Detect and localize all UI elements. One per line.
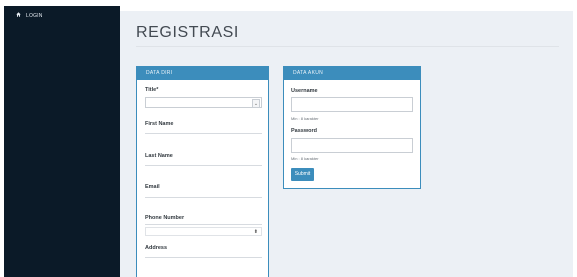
last-name-input[interactable] xyxy=(145,165,262,166)
password-label: Password xyxy=(291,128,317,134)
spinner-icon[interactable]: ⬍ xyxy=(254,228,258,236)
phone-label: Phone Number xyxy=(145,215,185,221)
sidebar: LOGIN xyxy=(4,6,120,277)
title-divider xyxy=(136,46,559,47)
email-label: Email xyxy=(145,184,160,190)
page-title: REGISTRASI xyxy=(136,24,239,41)
last-name-label: Last Name xyxy=(145,153,173,159)
address-label: Address xyxy=(145,245,168,251)
phone-input-top-line xyxy=(145,224,262,225)
username-label: Username xyxy=(291,88,318,94)
panel-data-diri: DATA DIRI Title* ⌄ First Name Last Name … xyxy=(136,66,269,277)
username-hint: Min : 8 karakter xyxy=(291,116,319,121)
password-hint: Min : 8 karakter xyxy=(291,156,319,161)
address-input[interactable] xyxy=(145,257,262,258)
password-input[interactable] xyxy=(291,138,413,153)
first-name-input[interactable] xyxy=(145,133,262,134)
panel-data-diri-heading: DATA DIRI xyxy=(137,67,268,80)
nav-login-label: LOGIN xyxy=(26,12,43,19)
title-label: Title* xyxy=(145,87,159,93)
nav-login-link[interactable]: LOGIN xyxy=(16,12,43,19)
chevron-down-icon: ⌄ xyxy=(252,99,260,108)
submit-button[interactable]: Submit xyxy=(291,168,314,181)
phone-number-input[interactable]: ⬍ xyxy=(145,227,262,236)
panel-data-akun: DATA AKUN Username Min : 8 karakter Pass… xyxy=(283,66,421,189)
email-input[interactable] xyxy=(145,197,262,198)
first-name-label: First Name xyxy=(145,121,174,127)
title-select[interactable]: ⌄ xyxy=(145,97,262,108)
home-icon xyxy=(16,12,21,19)
main-content: REGISTRASI DATA DIRI Title* ⌄ First Name… xyxy=(120,11,573,277)
panel-data-akun-heading: DATA AKUN xyxy=(284,67,420,80)
username-input[interactable] xyxy=(291,97,413,112)
